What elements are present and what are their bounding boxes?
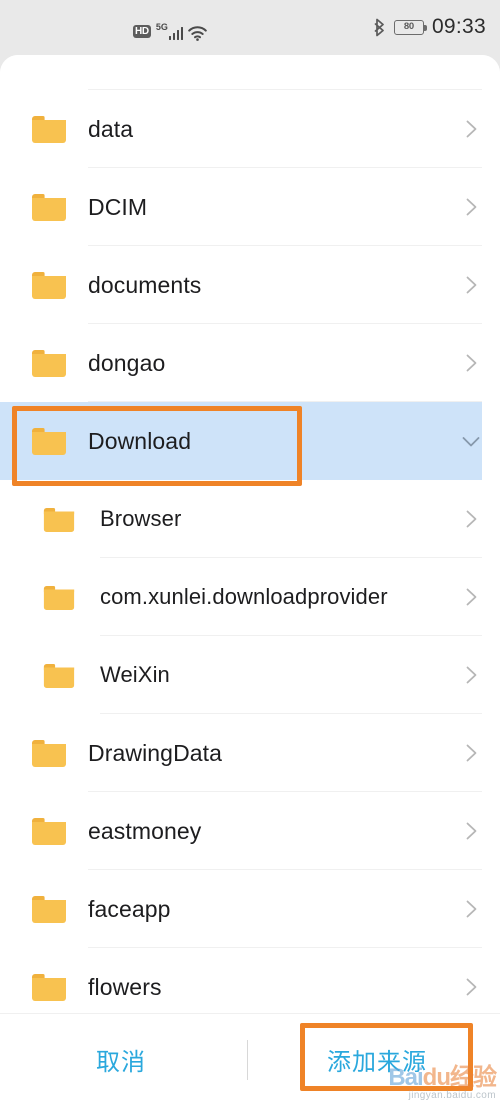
folder-row-label: DrawingData [88, 739, 223, 766]
network-type-label: 5G [155, 22, 168, 32]
folder-row[interactable]: DCIM [0, 168, 500, 246]
folder-row[interactable]: documents [0, 246, 500, 324]
chevron-right-icon[interactable] [459, 273, 483, 297]
chevron-right-icon[interactable] [459, 663, 483, 687]
folder-icon [43, 584, 75, 611]
chevron-down-icon[interactable] [459, 429, 483, 453]
status-bar-left-group: HD 5G [133, 16, 208, 41]
folder-row[interactable]: Browser [0, 480, 500, 558]
folder-row-label: faceapp [88, 895, 171, 922]
folder-icon [31, 348, 67, 378]
battery-level-label: 80 [403, 21, 415, 32]
folder-row[interactable]: data [0, 90, 500, 168]
folder-row-label: Download [88, 427, 192, 454]
folder-row[interactable]: com.xunlei.downloadprovider [0, 558, 500, 636]
chevron-right-icon[interactable] [459, 741, 483, 765]
hd-volte-icon: HD [133, 25, 151, 38]
chevron-right-icon[interactable] [459, 585, 483, 609]
folder-row-label: Browser [100, 506, 182, 531]
add-source-button[interactable]: 添加来源 [327, 1042, 427, 1077]
folder-row-label: eastmoney [88, 817, 202, 844]
cancel-button[interactable]: 取消 [96, 1042, 146, 1077]
chevron-right-icon[interactable] [459, 195, 483, 219]
folder-icon [31, 426, 67, 456]
wifi-icon [188, 26, 208, 41]
signal-bars-icon: 5G [155, 22, 184, 40]
folder-row[interactable]: eastmoney [0, 792, 500, 870]
signal-bars-glyph [168, 26, 184, 40]
folder-row-label: DCIM [88, 193, 148, 220]
folder-row-selected[interactable]: Download [0, 402, 500, 480]
folder-icon [31, 894, 67, 924]
folder-row-label: data [88, 115, 134, 142]
bottom-bar-divider [247, 1040, 248, 1080]
folder-icon [31, 972, 67, 1002]
phone-screen: HD 5G 80 09:33 data DCIM documents donga… [0, 0, 500, 1111]
folder-row[interactable]: DrawingData [0, 714, 500, 792]
chevron-right-icon[interactable] [459, 507, 483, 531]
chevron-right-icon[interactable] [459, 897, 483, 921]
status-bar-right-group: 80 09:33 [373, 14, 486, 40]
chevron-right-icon[interactable] [459, 975, 483, 999]
bluetooth-icon [373, 18, 386, 37]
folder-list[interactable]: data DCIM documents dongao Download Brow… [0, 55, 500, 1026]
status-bar: HD 5G 80 09:33 [0, 0, 500, 56]
chevron-right-icon[interactable] [459, 819, 483, 843]
selected-row-background [0, 402, 482, 480]
folder-row-label: dongao [88, 349, 166, 376]
folder-icon [43, 506, 75, 533]
folder-row-label: com.xunlei.downloadprovider [100, 584, 388, 609]
chevron-right-icon[interactable] [459, 351, 483, 375]
folder-row-label: WeiXin [100, 662, 170, 687]
folder-icon [31, 738, 67, 768]
folder-picker-sheet: data DCIM documents dongao Download Brow… [0, 55, 500, 1111]
folder-row[interactable]: faceapp [0, 870, 500, 948]
chevron-right-icon[interactable] [459, 117, 483, 141]
folder-icon [31, 816, 67, 846]
folder-icon [31, 192, 67, 222]
folder-row-label: documents [88, 271, 202, 298]
folder-row[interactable] [0, 55, 500, 90]
folder-icon [31, 114, 67, 144]
folder-icon [43, 662, 75, 689]
folder-icon [31, 270, 67, 300]
battery-icon: 80 [393, 19, 428, 35]
folder-row[interactable]: dongao [0, 324, 500, 402]
picker-bottom-bar: 取消 添加来源 [0, 1013, 500, 1111]
folder-row-label: flowers [88, 973, 162, 1000]
folder-row[interactable]: WeiXin [0, 636, 500, 714]
clock-label: 09:33 [431, 15, 486, 38]
